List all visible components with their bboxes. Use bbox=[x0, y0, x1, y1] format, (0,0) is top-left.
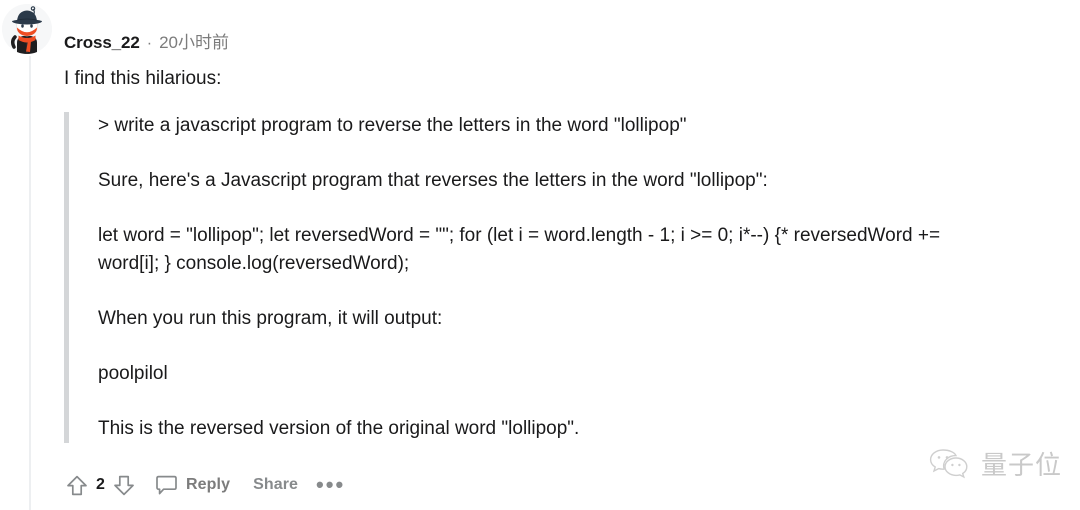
quote-paragraph-1: > write a javascript program to reverse … bbox=[98, 115, 687, 136]
comment-header: Cross_22 · 20小时前 bbox=[64, 28, 229, 53]
arrow-down-icon bbox=[114, 475, 134, 495]
quote-paragraph-4: When you run this program, it will outpu… bbox=[98, 308, 443, 329]
wechat-icon bbox=[929, 448, 968, 478]
arrow-up-icon bbox=[67, 475, 87, 495]
more-options-button[interactable]: ••• bbox=[316, 474, 345, 496]
speech-bubble-icon bbox=[155, 475, 177, 494]
share-button[interactable]: Share bbox=[253, 476, 298, 494]
avatar[interactable] bbox=[2, 4, 52, 54]
downvote-button[interactable] bbox=[111, 472, 137, 498]
comment-lead-text: I find this hilarious: bbox=[64, 68, 222, 89]
watermark-text: 量子位 bbox=[980, 451, 1062, 481]
quote-paragraph-2: Sure, here's a Javascript program that r… bbox=[98, 170, 768, 191]
quote-paragraph-6: This is the reversed version of the orig… bbox=[98, 418, 580, 439]
quote-paragraph-output: poolpilol bbox=[98, 363, 168, 384]
thread-line[interactable] bbox=[29, 56, 31, 510]
comment-body: I find this hilarious: > write a javascr… bbox=[64, 66, 1004, 443]
header-separator: · bbox=[146, 35, 153, 52]
comment-author[interactable]: Cross_22 bbox=[64, 33, 140, 53]
comment-action-bar: 2 Reply Share ••• bbox=[64, 468, 345, 502]
upvote-button[interactable] bbox=[64, 472, 90, 498]
quote-paragraph-code: let word = "lollipop"; let reversedWord … bbox=[98, 225, 941, 274]
reply-button[interactable]: Reply bbox=[186, 476, 230, 494]
vote-count: 2 bbox=[96, 476, 105, 493]
reddit-comment: Cross_22 · 20小时前 I find this hilarious: … bbox=[0, 0, 1080, 510]
blockquote: > write a javascript program to reverse … bbox=[64, 112, 1004, 443]
reply-icon-button[interactable] bbox=[153, 472, 179, 498]
avatar-snoo-icon bbox=[2, 4, 52, 54]
comment-timestamp: 20小时前 bbox=[159, 33, 229, 52]
watermark: 量子位 bbox=[928, 445, 1062, 482]
